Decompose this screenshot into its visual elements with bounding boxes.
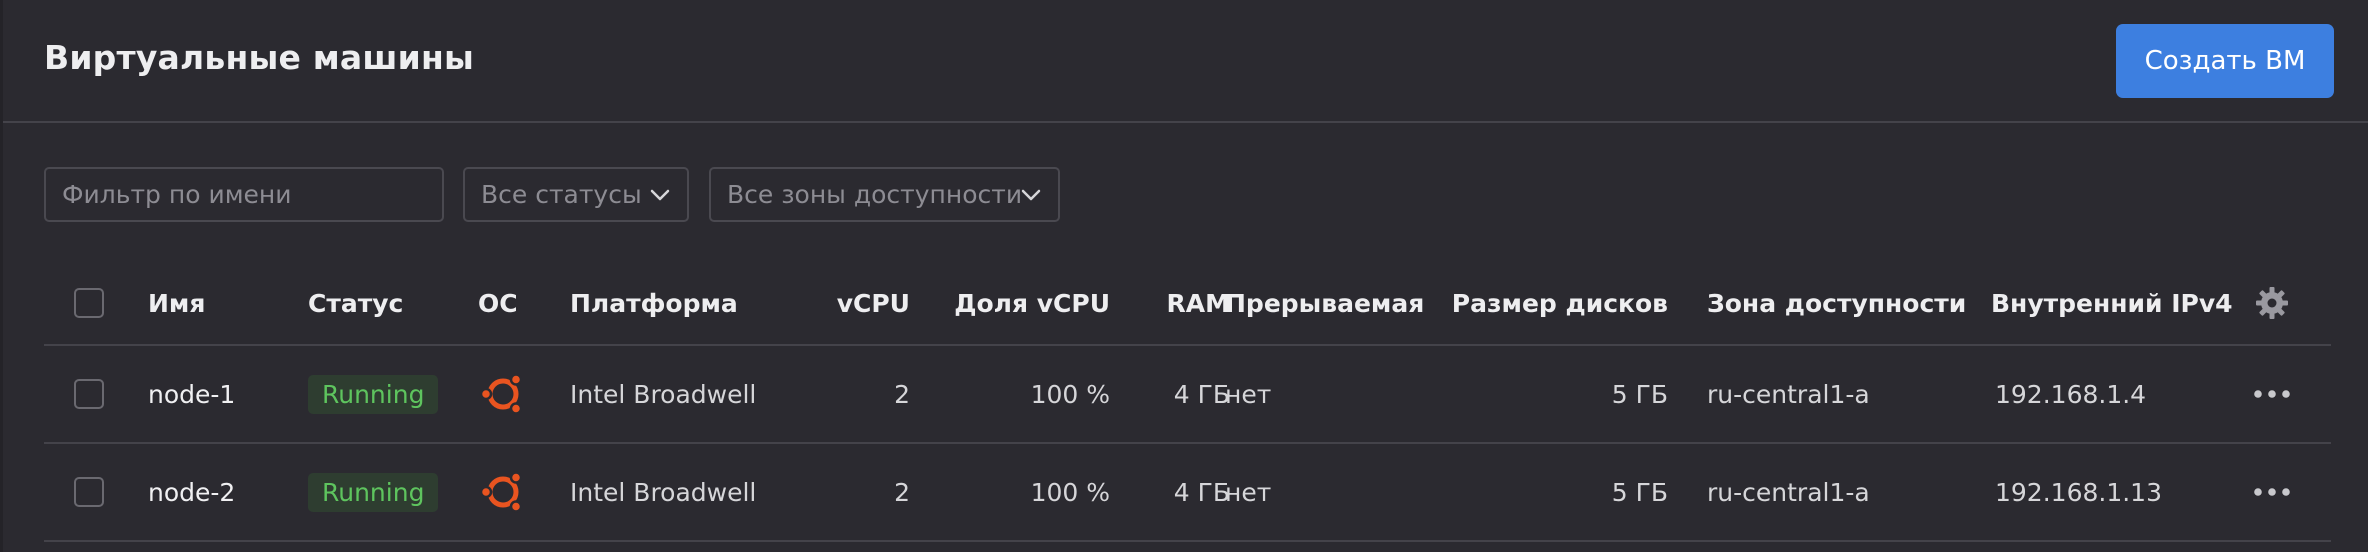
zone-filter-label: Все зоны доступности — [727, 180, 1023, 209]
status-badge: Running — [308, 374, 439, 414]
table-row[interactable]: node-1 Running Intel Broadwell 2 100 % 4… — [44, 346, 2331, 444]
select-all-cell — [74, 262, 104, 344]
row-actions-cell — [2252, 444, 2292, 540]
ubuntu-icon — [479, 373, 523, 415]
page-header: Виртуальные машины Создать ВМ — [3, 0, 2368, 123]
zone-cell: ru-central1-a — [1707, 379, 1870, 409]
name-filter-input[interactable] — [44, 167, 444, 222]
status-filter-select[interactable]: Все статусы — [463, 167, 689, 222]
row-checkbox[interactable] — [74, 379, 104, 409]
column-settings-cell — [2255, 262, 2289, 344]
more-actions-icon[interactable] — [2252, 486, 2292, 498]
vm-table: Имя Статус ОС Платформа vCPU Доля vCPU R… — [44, 262, 2331, 542]
vcpu-share-cell: 100 % — [1030, 379, 1110, 409]
gear-icon[interactable] — [2255, 286, 2289, 320]
disk-size-cell: 5 ГБ — [1611, 477, 1668, 507]
platform-cell: Intel Broadwell — [570, 379, 757, 409]
row-actions-cell — [2252, 346, 2292, 442]
disk-size-cell: 5 ГБ — [1611, 379, 1668, 409]
column-header-os[interactable]: ОС — [478, 262, 518, 344]
vm-name[interactable]: node-2 — [148, 444, 235, 540]
platform-cell: Intel Broadwell — [570, 477, 757, 507]
vcpu-share-cell: 100 % — [1030, 477, 1110, 507]
chevron-down-icon — [1021, 189, 1041, 201]
vcpu-cell: 2 — [894, 477, 910, 507]
page: Виртуальные машины Создать ВМ Все статус… — [0, 0, 2368, 552]
column-header-vcpu-share[interactable]: Доля vCPU — [910, 262, 1110, 344]
table-header-row: Имя Статус ОС Платформа vCPU Доля vCPU R… — [44, 262, 2331, 346]
column-header-disk-size[interactable]: Размер дисков — [1444, 262, 1668, 344]
ram-cell: 4 ГБ — [1173, 477, 1230, 507]
status-cell: Running — [308, 346, 439, 442]
status-cell: Running — [308, 444, 439, 540]
column-header-platform[interactable]: Платформа — [570, 262, 738, 344]
vcpu-cell: 2 — [894, 379, 910, 409]
os-cell — [478, 444, 528, 540]
os-cell — [478, 346, 528, 442]
select-all-checkbox[interactable] — [74, 288, 104, 318]
column-header-vcpu[interactable]: vCPU — [784, 262, 910, 344]
row-checkbox[interactable] — [74, 477, 104, 507]
ram-cell: 4 ГБ — [1173, 379, 1230, 409]
column-header-zone[interactable]: Зона доступности — [1707, 262, 1966, 344]
column-header-ram[interactable]: RAM — [1110, 262, 1230, 344]
create-vm-button[interactable]: Создать ВМ — [2116, 24, 2334, 98]
preemptible-cell: нет — [1225, 379, 1272, 409]
row-select-cell — [74, 444, 104, 540]
column-header-status[interactable]: Статус — [308, 262, 403, 344]
zone-filter-select[interactable]: Все зоны доступности — [709, 167, 1060, 222]
column-header-name[interactable]: Имя — [148, 262, 205, 344]
column-header-preemptible[interactable]: Прерываемая — [1225, 262, 1424, 344]
table-row[interactable]: node-2 Running Intel Broadwell 2 100 % 4… — [44, 444, 2331, 542]
preemptible-cell: нет — [1225, 477, 1272, 507]
ubuntu-icon — [479, 471, 523, 513]
zone-cell: ru-central1-a — [1707, 477, 1870, 507]
chevron-down-icon — [650, 189, 670, 201]
internal-ipv4-cell: 192.168.1.4 — [1995, 379, 2147, 409]
status-filter-label: Все статусы — [481, 180, 642, 209]
status-badge: Running — [308, 472, 439, 512]
page-title: Виртуальные машины — [44, 38, 475, 77]
vm-name[interactable]: node-1 — [148, 346, 235, 442]
row-select-cell — [74, 346, 104, 442]
more-actions-icon[interactable] — [2252, 388, 2292, 400]
internal-ipv4-cell: 192.168.1.13 — [1995, 477, 2162, 507]
column-header-internal-ipv4[interactable]: Внутренний IPv4 — [1991, 262, 2233, 344]
